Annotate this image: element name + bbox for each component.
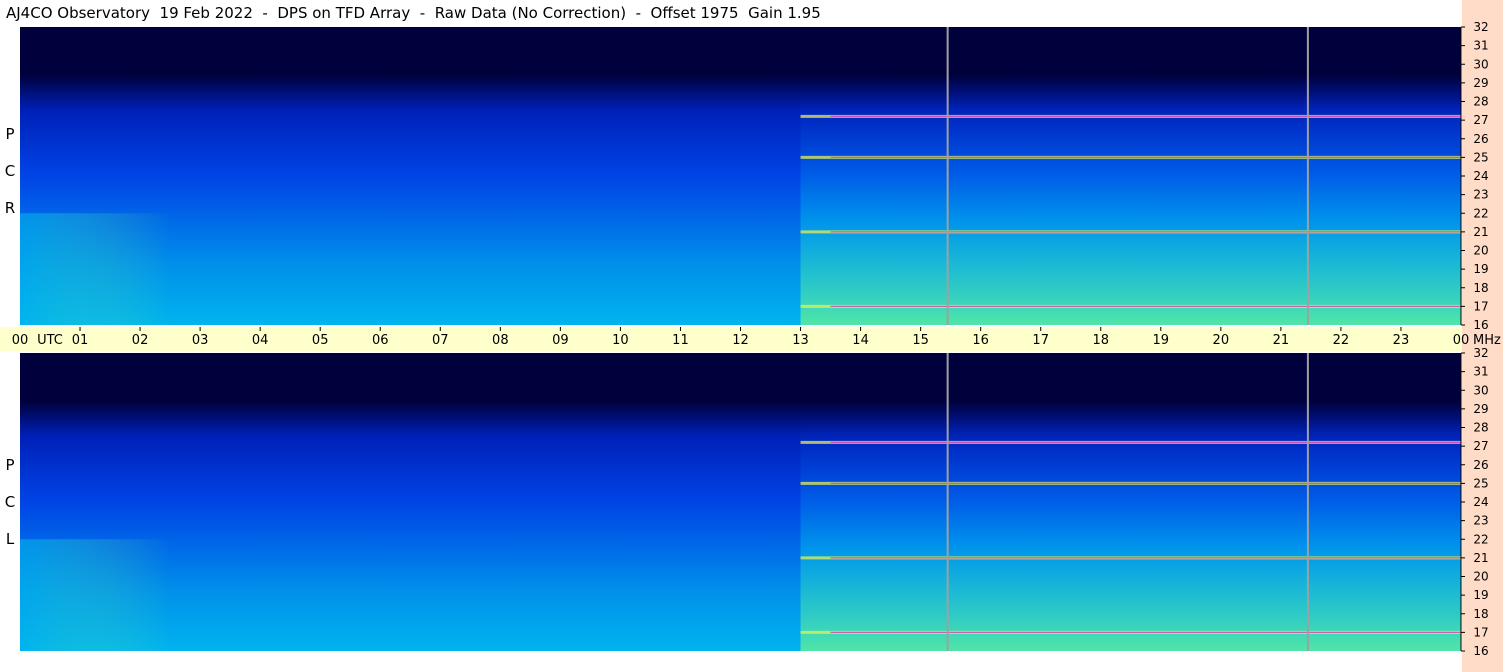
panel-bottom-freq-label-31: 31 — [1473, 365, 1488, 379]
panel-top-freq-label-17: 17 — [1473, 299, 1488, 313]
utc-label-17: 17 — [1032, 333, 1049, 348]
panel-top-freq-label-30: 30 — [1473, 57, 1488, 71]
panel-bottom-freq-label-27: 27 — [1473, 439, 1488, 453]
utc-label-13: 13 — [792, 333, 809, 348]
utc-label-23: 23 — [1393, 333, 1410, 348]
panel-top-early-region — [20, 213, 171, 325]
utc-unit-label: UTC — [37, 333, 63, 348]
utc-label-12: 12 — [732, 333, 749, 348]
panel-top-band-core-1 — [830, 156, 1461, 158]
utc-label-08: 08 — [492, 333, 509, 348]
panel-bottom-band-core-0 — [830, 441, 1461, 443]
panel-bottom-freq-label-25: 25 — [1473, 476, 1488, 490]
panel-bottom-freq-label-20: 20 — [1473, 570, 1488, 584]
spectrogram-figure: AJ4CO Observatory 19 Feb 2022 - DPS on T… — [0, 0, 1503, 672]
panel-top-freq-label-31: 31 — [1473, 39, 1488, 53]
panel-bottom-freq-label-29: 29 — [1473, 402, 1488, 416]
utc-label-16: 16 — [972, 333, 989, 348]
utc-label-18: 18 — [1092, 333, 1109, 348]
panel-top-freq-label-23: 23 — [1473, 188, 1488, 202]
panel-bottom-freq-label-22: 22 — [1473, 532, 1488, 546]
panel-top-freq-label-21: 21 — [1473, 225, 1488, 239]
utc-label-07: 07 — [432, 333, 449, 348]
panel-bottom-freq-label-18: 18 — [1473, 607, 1488, 621]
utc-label-09: 09 — [552, 333, 569, 348]
panel-bottom-daytime-region — [800, 418, 1461, 651]
utc-label-02: 02 — [132, 333, 149, 348]
panel-top-freq-label-18: 18 — [1473, 281, 1488, 295]
panel-bottom-band-core-1 — [830, 482, 1461, 484]
utc-label-01: 01 — [72, 333, 89, 348]
utc-label-06: 06 — [372, 333, 389, 348]
mhz-unit-label: MHz — [1473, 333, 1501, 348]
panel-top-daytime-region — [800, 92, 1461, 325]
panel-bottom-freq-label-26: 26 — [1473, 458, 1488, 472]
panel-bottom-freq-label-28: 28 — [1473, 421, 1488, 435]
panel-top-freq-label-27: 27 — [1473, 113, 1488, 127]
panel-top-freq-label-22: 22 — [1473, 206, 1488, 220]
utc-label-04: 04 — [252, 333, 269, 348]
spectrogram-svg: 32 31 30 29 28 27 26 25 24 23 22 21 20 19 18 17 16 32 31 30… — [12, 20, 1501, 658]
panel-top-band-core-3 — [830, 305, 1461, 307]
panel-bottom-band-core-3 — [830, 631, 1461, 633]
panel-bottom-freq-label-30: 30 — [1473, 383, 1488, 397]
utc-label-19: 19 — [1153, 333, 1170, 348]
panel-bottom-freq-label-17: 17 — [1473, 625, 1488, 639]
utc-end-label: 00 — [1453, 333, 1470, 348]
utc-label-22: 22 — [1333, 333, 1350, 348]
panel-bottom-band-core-2 — [830, 557, 1461, 559]
panel-top-band-core-2 — [830, 231, 1461, 233]
panel-top-freq-label-20: 20 — [1473, 244, 1488, 258]
utc-label-10: 10 — [612, 333, 629, 348]
utc-label-21: 21 — [1273, 333, 1290, 348]
utc-label-15: 15 — [912, 333, 929, 348]
utc-label-20: 20 — [1213, 333, 1230, 348]
panel-top-freq-label-32: 32 — [1473, 20, 1488, 34]
panel-bottom-freq-label-23: 23 — [1473, 514, 1488, 528]
panel-top-freq-label-19: 19 — [1473, 262, 1488, 276]
panel-top-freq-label-16: 16 — [1473, 318, 1488, 332]
panel-bottom-freq-label-24: 24 — [1473, 495, 1488, 509]
panel-top-freq-label-26: 26 — [1473, 132, 1488, 146]
panel-top-freq-label-24: 24 — [1473, 169, 1488, 183]
panel-bottom-freq-label-16: 16 — [1473, 644, 1488, 658]
panel-top-freq-label-28: 28 — [1473, 95, 1488, 109]
utc-start-label: 00 — [12, 333, 29, 348]
utc-label-05: 05 — [312, 333, 329, 348]
utc-label-14: 14 — [852, 333, 869, 348]
panel-bottom-freq-label-21: 21 — [1473, 551, 1488, 565]
utc-label-03: 03 — [192, 333, 209, 348]
utc-label-11: 11 — [672, 333, 689, 348]
panel-bottom-freq-label-19: 19 — [1473, 588, 1488, 602]
panel-bottom-early-region — [20, 539, 171, 651]
panel-bottom-freq-label-32: 32 — [1473, 346, 1488, 360]
panel-top-band-core-0 — [830, 115, 1461, 117]
panel-top-freq-label-25: 25 — [1473, 150, 1488, 164]
panel-top-freq-label-29: 29 — [1473, 76, 1488, 90]
